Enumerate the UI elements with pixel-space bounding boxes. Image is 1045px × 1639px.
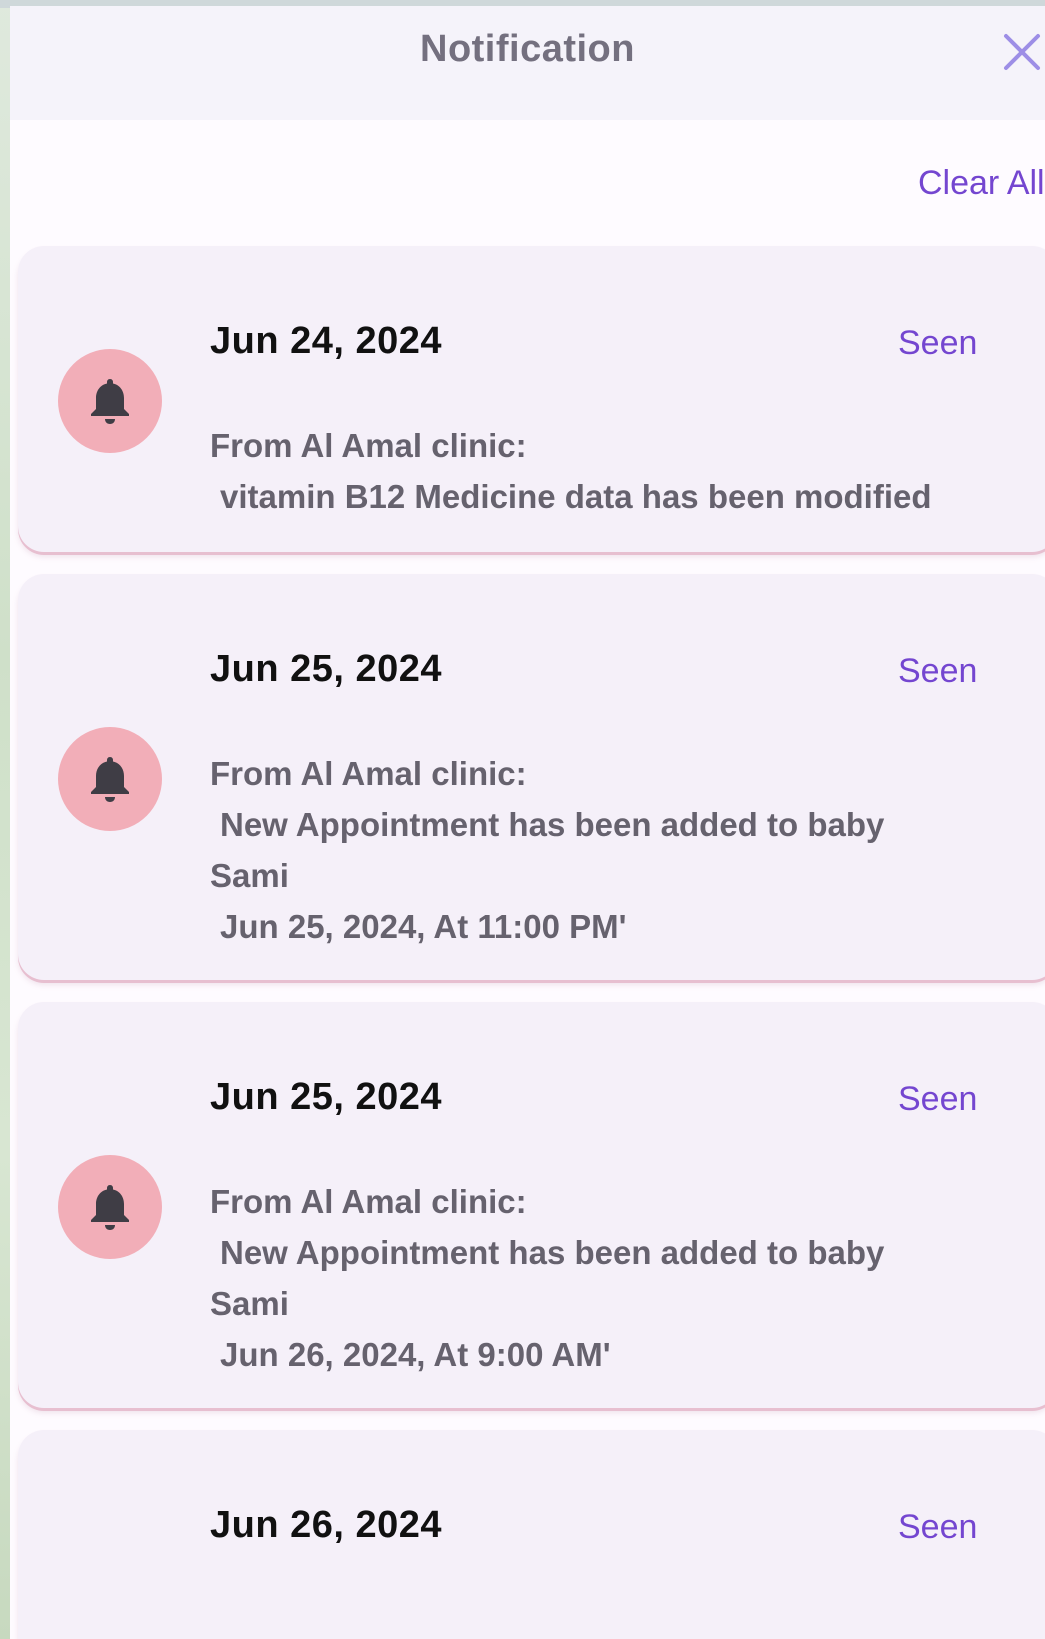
notification-line: Jun 25, 2024, At 11:00 PM': [220, 908, 627, 945]
notification-line: Sami: [210, 1285, 289, 1322]
notification-source: From Al Amal clinic:: [210, 427, 527, 464]
notification-card[interactable]: Jun 25, 2024 Seen From Al Amal clinic: N…: [18, 574, 1045, 980]
clear-all-button[interactable]: Clear All: [918, 164, 1045, 203]
bell-badge: [58, 349, 162, 453]
sheet-header: Notification: [10, 6, 1045, 120]
notification-card[interactable]: Jun 25, 2024 Seen From Al Amal clinic: N…: [18, 1002, 1045, 1408]
seen-button[interactable]: Seen: [898, 324, 977, 363]
notification-line: New Appointment has been added to baby: [220, 1234, 885, 1271]
notification-line: vitamin B12 Medicine data has been modif…: [220, 478, 932, 515]
bell-badge: [58, 727, 162, 831]
notification-message: From Al Amal clinic: New Appointment has…: [210, 748, 990, 952]
notification-message: From Al Amal clinic: New Appointment has…: [210, 1176, 990, 1380]
notification-card[interactable]: Jun 26, 2024 Seen: [18, 1430, 1045, 1639]
close-button[interactable]: [1000, 30, 1044, 74]
page-title: Notification: [420, 28, 635, 70]
notification-line: Sami: [210, 857, 289, 894]
bell-icon: [91, 1185, 129, 1230]
notification-date: Jun 25, 2024: [210, 1076, 443, 1118]
notification-source: From Al Amal clinic:: [210, 755, 527, 792]
bell-icon: [91, 379, 129, 424]
seen-button[interactable]: Seen: [898, 1080, 977, 1119]
notification-card[interactable]: Jun 24, 2024 Seen From Al Amal clinic: v…: [18, 246, 1045, 552]
close-icon: [1004, 34, 1040, 70]
bell-icon: [91, 757, 129, 802]
notification-line: New Appointment has been added to baby: [220, 806, 885, 843]
notification-source: From Al Amal clinic:: [210, 1183, 527, 1220]
notification-date: Jun 25, 2024: [210, 648, 443, 690]
notification-line: Jun 26, 2024, At 9:00 AM': [220, 1336, 611, 1373]
notification-message: From Al Amal clinic: vitamin B12 Medicin…: [210, 420, 990, 522]
bell-badge: [58, 1155, 162, 1259]
seen-button[interactable]: Seen: [898, 1508, 977, 1547]
notification-date: Jun 26, 2024: [210, 1504, 443, 1546]
notification-sheet: Notification Clear All Jun 24, 2024 Seen…: [10, 6, 1045, 1639]
notification-date: Jun 24, 2024: [210, 320, 443, 362]
seen-button[interactable]: Seen: [898, 652, 977, 691]
